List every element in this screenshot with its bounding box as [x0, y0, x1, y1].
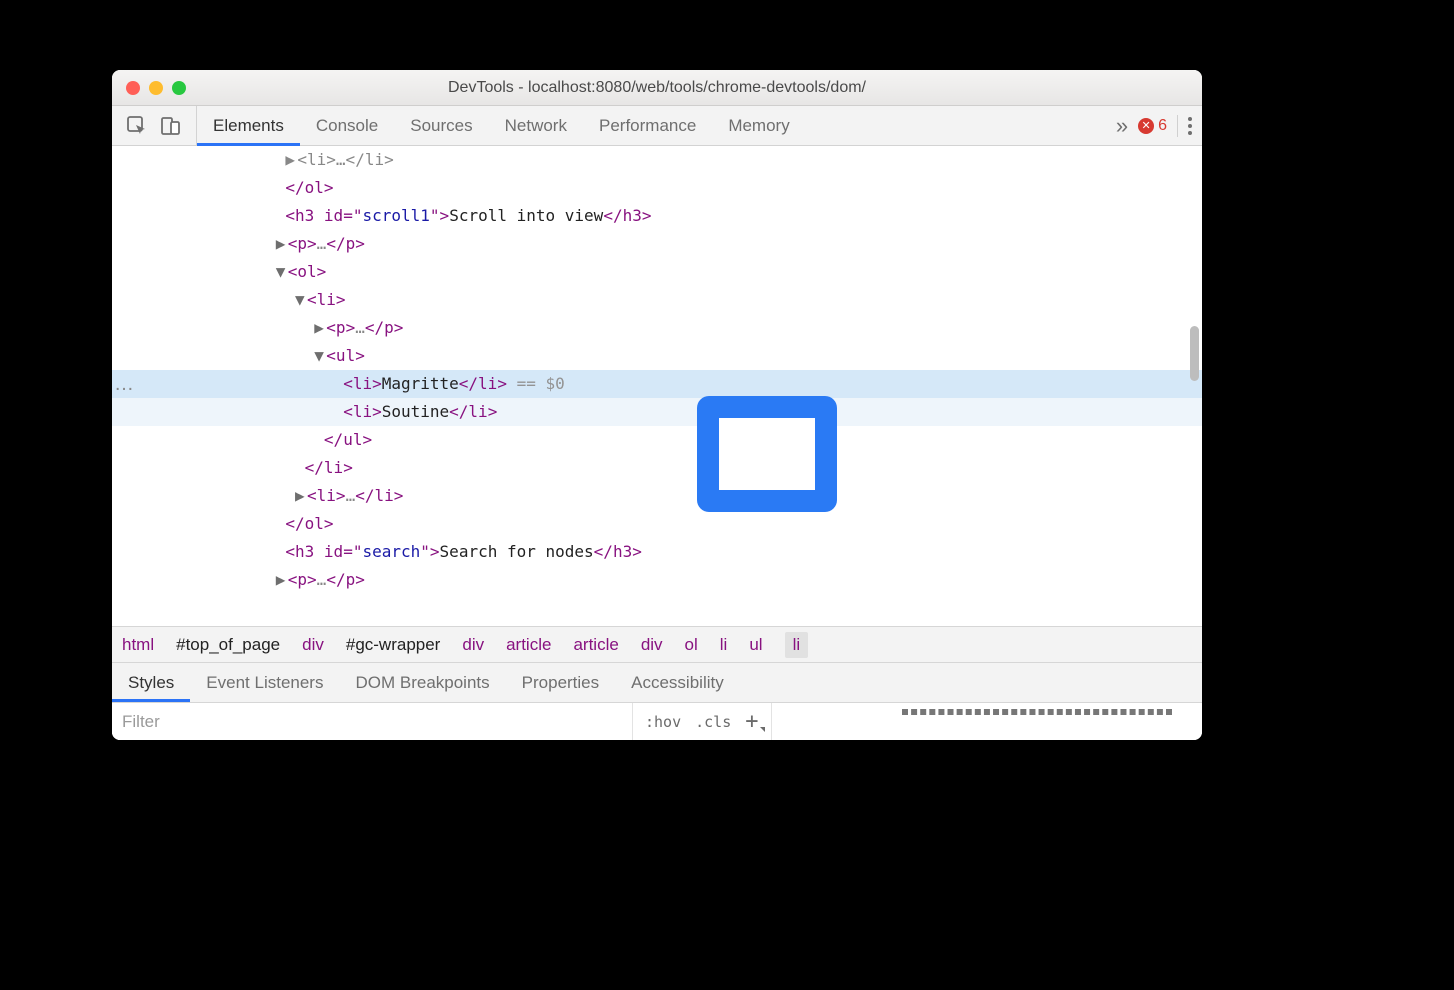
settings-menu-icon[interactable]: [1188, 117, 1192, 135]
box-model-dashed-border: [902, 709, 1172, 715]
more-tabs-button[interactable]: »: [1116, 113, 1128, 139]
crumb-ul[interactable]: ul: [749, 635, 762, 655]
tab-memory[interactable]: Memory: [712, 106, 805, 145]
separator: [1177, 115, 1178, 137]
tab-sources[interactable]: Sources: [394, 106, 488, 145]
subtab-accessibility[interactable]: Accessibility: [615, 663, 740, 702]
crumb-top-of-page[interactable]: #top_of_page: [176, 635, 280, 655]
tab-console[interactable]: Console: [300, 106, 394, 145]
main-toolbar: Elements Console Sources Network Perform…: [112, 106, 1202, 146]
crumb-ol[interactable]: ol: [685, 635, 698, 655]
inspect-element-icon[interactable]: [126, 115, 148, 137]
subtab-properties[interactable]: Properties: [506, 663, 615, 702]
vertical-scrollbar-thumb[interactable]: [1190, 326, 1199, 381]
titlebar: DevTools - localhost:8080/web/tools/chro…: [112, 70, 1202, 106]
styles-filter-input[interactable]: [112, 703, 632, 740]
toggle-hov-button[interactable]: :hov: [645, 713, 681, 731]
dom-breadcrumbs: html #top_of_page div #gc-wrapper div ar…: [112, 626, 1202, 662]
device-mode-icon[interactable]: [160, 115, 182, 137]
selected-node-row[interactable]: … <li>Magritte</li> == $0: [112, 370, 1202, 398]
crumb-gc-wrapper[interactable]: #gc-wrapper: [346, 635, 441, 655]
annotation-highlight-box: [697, 396, 837, 512]
devtools-window: DevTools - localhost:8080/web/tools/chro…: [112, 70, 1202, 740]
error-count-badge[interactable]: ✕ 6: [1138, 117, 1167, 135]
elements-panel: ▶<li>…</li> </ol> <h3 id="scroll1">Scrol…: [112, 146, 1202, 626]
tab-network[interactable]: Network: [489, 106, 583, 145]
panel-tabs: Elements Console Sources Network Perform…: [197, 106, 806, 145]
crumb-article-1[interactable]: article: [506, 635, 551, 655]
tab-elements[interactable]: Elements: [197, 106, 300, 145]
crumb-div-1[interactable]: div: [302, 635, 324, 655]
crumb-div-3[interactable]: div: [641, 635, 663, 655]
subtab-styles[interactable]: Styles: [112, 663, 190, 702]
toggle-cls-button[interactable]: .cls: [695, 713, 731, 731]
subtab-event-listeners[interactable]: Event Listeners: [190, 663, 339, 702]
dom-tree[interactable]: ▶<li>…</li> </ol> <h3 id="scroll1">Scrol…: [112, 146, 1202, 594]
window-title: DevTools - localhost:8080/web/tools/chro…: [112, 79, 1202, 97]
hovered-node-row[interactable]: <li>Soutine</li>: [112, 398, 1202, 426]
styles-panel-tabs: Styles Event Listeners DOM Breakpoints P…: [112, 662, 1202, 702]
error-icon: ✕: [1138, 118, 1154, 134]
new-style-rule-button[interactable]: +: [745, 709, 758, 734]
box-model-preview: [772, 703, 1203, 740]
error-count: 6: [1158, 117, 1167, 135]
selection-actions-icon[interactable]: …: [114, 370, 135, 398]
crumb-li-selected[interactable]: li: [785, 632, 809, 658]
tab-performance[interactable]: Performance: [583, 106, 712, 145]
crumb-div-2[interactable]: div: [462, 635, 484, 655]
styles-filter-bar: :hov .cls +: [112, 702, 1202, 740]
subtab-dom-breakpoints[interactable]: DOM Breakpoints: [339, 663, 505, 702]
crumb-li-1[interactable]: li: [720, 635, 728, 655]
crumb-html[interactable]: html: [122, 635, 154, 655]
crumb-article-2[interactable]: article: [573, 635, 618, 655]
